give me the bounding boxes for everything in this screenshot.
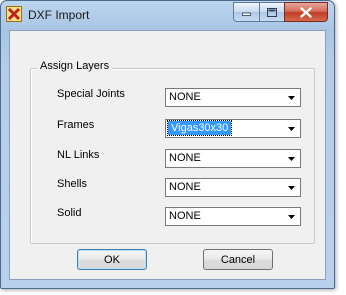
shells-dropdown[interactable]: NONE bbox=[165, 178, 301, 197]
dropdown-arrow[interactable] bbox=[284, 180, 299, 195]
frames-value: Vigas30x30 bbox=[166, 120, 233, 136]
window-controls bbox=[233, 2, 328, 22]
maximize-icon bbox=[267, 7, 277, 17]
chevron-down-icon bbox=[288, 126, 295, 131]
minimize-icon bbox=[242, 12, 251, 16]
maximize-button[interactable] bbox=[259, 2, 284, 22]
dropdown-arrow[interactable] bbox=[284, 209, 299, 224]
window-title: DXF Import bbox=[28, 8, 90, 22]
solid-value: NONE bbox=[169, 210, 201, 222]
ok-button[interactable]: OK bbox=[77, 249, 147, 270]
dropdown-arrow[interactable] bbox=[284, 151, 299, 166]
dxf-app-icon bbox=[6, 6, 22, 22]
chevron-down-icon bbox=[288, 156, 295, 161]
dropdown-arrow[interactable] bbox=[284, 90, 299, 105]
title-bar[interactable]: DXF Import bbox=[1, 1, 334, 29]
nl-links-label: NL Links bbox=[57, 149, 100, 161]
minimize-button[interactable] bbox=[233, 2, 259, 22]
nl-links-value: NONE bbox=[169, 152, 201, 164]
assign-layers-legend: Assign Layers bbox=[37, 60, 113, 72]
special-joints-label: Special Joints bbox=[57, 88, 125, 100]
close-icon bbox=[300, 6, 312, 18]
frames-dropdown[interactable]: Vigas30x30 bbox=[165, 119, 301, 138]
dropdown-arrow[interactable] bbox=[284, 121, 299, 136]
frames-label: Frames bbox=[57, 119, 95, 131]
chevron-down-icon bbox=[288, 214, 295, 219]
shells-value: NONE bbox=[169, 181, 201, 193]
nl-links-dropdown[interactable]: NONE bbox=[165, 149, 301, 168]
chevron-down-icon bbox=[288, 95, 295, 100]
solid-label: Solid bbox=[57, 207, 82, 219]
cancel-button[interactable]: Cancel bbox=[203, 249, 273, 270]
shells-label: Shells bbox=[57, 178, 87, 190]
solid-dropdown[interactable]: NONE bbox=[165, 207, 301, 226]
close-button[interactable] bbox=[284, 2, 328, 22]
special-joints-dropdown[interactable]: NONE bbox=[165, 88, 301, 107]
special-joints-value: NONE bbox=[169, 91, 201, 103]
chevron-down-icon bbox=[288, 185, 295, 190]
